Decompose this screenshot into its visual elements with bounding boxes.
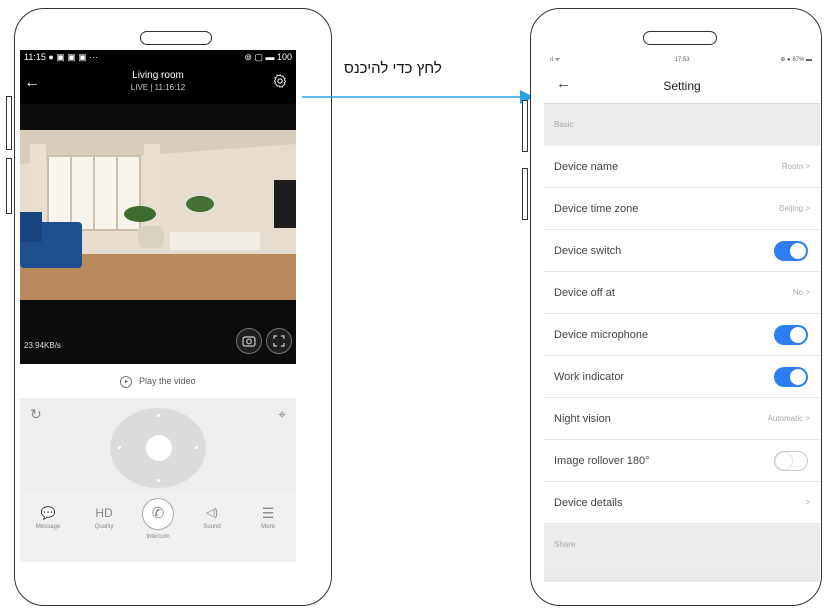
row-label: Work indicator [554, 371, 625, 383]
status-time: 17:53 [674, 57, 690, 63]
settings-row-device-name[interactable]: Device name Room > [544, 146, 820, 188]
status-bar: 11:15 ● ▣ ▣ ▣ ··· ⊚ ▢ ▬ 100 [20, 50, 296, 64]
status-icons: ⊚ ▢ ▬ 100 [244, 52, 292, 62]
row-value: Automatic > [767, 414, 810, 423]
camera-screen: 11:15 ● ▣ ▣ ▣ ··· ⊚ ▢ ▬ 100 ← Living roo… [20, 50, 296, 562]
side-button [522, 168, 528, 220]
up-dot [157, 414, 160, 417]
ptz-control-area: ↻ ⌖ [20, 398, 296, 492]
replay-icon: ▸ [120, 375, 133, 388]
status-time: 11:15 ● ▣ ▣ ▣ ··· [24, 52, 99, 62]
settings-row-image-rollover: Image rollover 180° [544, 440, 820, 482]
row-label: Device off at [554, 287, 615, 299]
settings-screen: ıl ᯤ 17:53 ⊕ ● 87% ▬ ← Setting Basic Dev… [544, 52, 820, 582]
hd-icon: HD [95, 506, 113, 520]
bottom-toolbar: 💬 Message HD Quality ✆ Intercom ◁) Sound… [20, 492, 296, 562]
crosshair-icon[interactable]: ⌖ [278, 406, 286, 423]
page-title: Setting [663, 79, 701, 93]
row-value: No > [792, 288, 810, 297]
chevron-right-icon: > [805, 498, 810, 507]
tab-label: Quality [94, 524, 114, 530]
tab-label: Sound [203, 524, 221, 530]
row-label: Device time zone [554, 203, 639, 215]
tab-label: More [261, 524, 275, 530]
gear-icon[interactable] [272, 73, 288, 89]
rotate-icon[interactable]: ↻ [30, 406, 42, 423]
row-label: Night vision [554, 413, 611, 425]
side-button [6, 158, 12, 214]
side-button [6, 96, 12, 150]
toggle-knob [790, 369, 806, 385]
down-dot [157, 479, 160, 482]
tab-label: Message [35, 524, 61, 530]
canvas: 11:15 ● ▣ ▣ ▣ ··· ⊚ ▢ ▬ 100 ← Living roo… [0, 0, 828, 611]
row-value: Room > [781, 162, 810, 171]
bitrate-readout: 23.94KB/s [24, 341, 61, 350]
row-value: Beijing > [779, 204, 810, 213]
settings-row-device-off-at[interactable]: Device off at No > [544, 272, 820, 314]
toggle-knob [776, 453, 792, 469]
menu-icon: ☰ [261, 505, 275, 521]
right-dot [195, 446, 198, 449]
device-switch-toggle[interactable] [774, 241, 808, 261]
fullscreen-button[interactable] [266, 328, 292, 354]
settings-row-device-details[interactable]: Device details > [544, 482, 820, 524]
settings-row-time-zone[interactable]: Device time zone Beijing > [544, 188, 820, 230]
section-header-basic: Basic [544, 104, 820, 146]
camera-live-view[interactable]: 23.94KB/s [20, 104, 296, 364]
left-dot [118, 446, 121, 449]
battery-icon: ⊕ ● 87% ▬ [780, 57, 812, 63]
phone-icon: ✆ [142, 498, 174, 530]
side-button [522, 100, 528, 152]
settings-nav-bar: ← Setting [544, 68, 820, 104]
microphone-toggle[interactable] [774, 325, 808, 345]
row-label: Device switch [554, 245, 622, 257]
row-label: Device microphone [554, 329, 649, 341]
play-video-label: Play the video [138, 376, 196, 386]
tab-message[interactable]: 💬 Message [24, 504, 72, 530]
camera-name: Living room [132, 70, 184, 81]
tab-more[interactable]: ☰ More [244, 504, 292, 530]
status-bar: ıl ᯤ 17:53 ⊕ ● 87% ▬ [544, 52, 820, 68]
row-label: Device name [554, 161, 619, 173]
snapshot-button[interactable] [236, 328, 262, 354]
settings-row-work-indicator: Work indicator [544, 356, 820, 398]
toggle-knob [790, 327, 806, 343]
live-status: LIVE | 11:16:12 [130, 83, 186, 92]
living-room-video-frame [20, 104, 296, 364]
tab-quality[interactable]: HD Quality [80, 504, 128, 530]
camera-header: ← Living room LIVE | 11:16:12 [20, 64, 296, 104]
row-label: Image rollover 180° [554, 455, 650, 467]
play-video-row[interactable]: ▸ Play the video [20, 364, 296, 398]
settings-row-microphone: Device microphone [544, 314, 820, 356]
direction-pad-center[interactable] [146, 435, 172, 461]
row-label: Device details [554, 497, 623, 509]
image-rollover-toggle[interactable] [774, 451, 808, 471]
earpiece-speaker [643, 31, 717, 45]
settings-row-device-switch: Device switch [544, 230, 820, 272]
tab-label: Intercom [146, 534, 170, 540]
settings-row-night-vision[interactable]: Night vision Automatic > [544, 398, 820, 440]
toggle-knob [790, 243, 806, 259]
camera-icon [242, 336, 256, 347]
direction-pad[interactable] [110, 408, 206, 488]
annotation-text: לחץ כדי להיכנס [344, 60, 442, 77]
section-header-share: Share [544, 524, 820, 566]
fullscreen-icon [273, 335, 285, 347]
speaker-icon: ◁) [205, 507, 219, 519]
tab-sound[interactable]: ◁) Sound [188, 504, 236, 530]
message-icon: 💬 [40, 506, 56, 520]
work-indicator-toggle[interactable] [774, 367, 808, 387]
earpiece-speaker [140, 31, 212, 45]
